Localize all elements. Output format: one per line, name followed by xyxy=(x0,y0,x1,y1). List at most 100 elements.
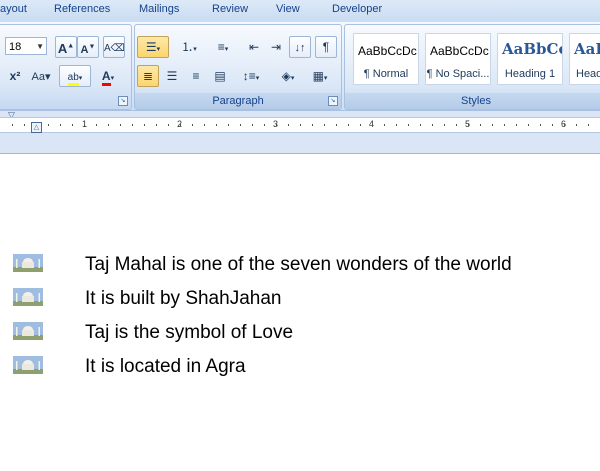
ribbon-tab-bar: ayout References Mailings Review View De… xyxy=(0,0,600,23)
styles-group: AaBbCcDc ¶ Normal AaBbCcDc ¶ No Spaci...… xyxy=(344,24,600,110)
style-normal-sample: AaBbCcDc xyxy=(358,44,417,58)
hanging-indent-marker-icon[interactable]: △ xyxy=(31,122,42,133)
ruler-tick xyxy=(252,124,253,126)
tab-view[interactable]: View xyxy=(276,3,300,15)
paragraph-dialog-launcher-icon[interactable]: ↘ xyxy=(328,96,338,106)
ruler-tick xyxy=(60,124,61,126)
highlighter-icon: ab xyxy=(67,72,79,86)
align-center-button[interactable]: ☰ xyxy=(161,65,183,87)
justify-button[interactable]: ▤ xyxy=(209,65,231,87)
ruler-tick xyxy=(192,124,193,126)
ruler-tick xyxy=(72,124,73,126)
ruler-tick xyxy=(48,124,49,126)
ruler-tick xyxy=(132,124,133,126)
ruler-tick xyxy=(444,124,445,126)
increase-indent-icon: ⇥ xyxy=(270,40,282,54)
ruler-tick xyxy=(228,124,229,126)
tab-references[interactable]: References xyxy=(54,3,110,15)
list-item: Taj Mahal is one of the seven wonders of… xyxy=(85,254,512,275)
font-color-icon: A xyxy=(101,69,111,86)
ruler-tick xyxy=(84,124,85,126)
style-no-spacing-sample: AaBbCcDc xyxy=(430,44,489,58)
ruler-tick xyxy=(108,124,109,126)
ruler-tick xyxy=(516,124,517,126)
bullet-list-icon: ☰ xyxy=(145,40,157,54)
grow-font-button[interactable]: A▲ xyxy=(55,36,77,58)
increase-indent-button[interactable]: ⇥ xyxy=(265,36,287,58)
change-case-button[interactable]: Aa▾ xyxy=(27,65,55,87)
style-heading-1-name: Heading 1 xyxy=(504,68,556,80)
font-dialog-launcher-icon[interactable]: ↘ xyxy=(118,96,128,106)
decrease-indent-button[interactable]: ⇤ xyxy=(243,36,265,58)
taj-mahal-bullet-icon xyxy=(13,356,43,374)
tab-developer[interactable]: Developer xyxy=(332,3,382,15)
ruler-tick xyxy=(492,124,493,126)
ruler-tick xyxy=(372,124,373,126)
borders-icon: ▦ xyxy=(312,69,324,83)
superscript-icon: x² xyxy=(9,69,21,83)
tab-review[interactable]: Review xyxy=(212,3,248,15)
ruler-tick xyxy=(288,124,289,126)
ruler-tick xyxy=(420,124,421,126)
document-page[interactable]: Taj Mahal is one of the seven wonders of… xyxy=(0,154,600,471)
multilevel-list-button[interactable]: ≡▾ xyxy=(207,36,239,58)
show-formatting-button[interactable]: ¶ xyxy=(315,36,337,58)
align-right-button[interactable]: ≡ xyxy=(185,65,207,87)
shading-button[interactable]: ◈▾ xyxy=(273,65,303,87)
horizontal-ruler[interactable]: ▽ 1 2 3 4 5 6 △ xyxy=(0,110,600,137)
ruler-tick xyxy=(24,124,25,126)
style-no-spacing-name: ¶ No Spaci... xyxy=(426,68,490,80)
shrink-font-button[interactable]: A▼ xyxy=(77,36,99,58)
ruler-tick xyxy=(348,124,349,126)
tab-mailings[interactable]: Mailings xyxy=(139,3,179,15)
ruler-tick xyxy=(360,124,361,126)
ruler-tick xyxy=(300,124,301,126)
style-heading-2-name: Head xyxy=(576,68,600,80)
style-normal[interactable]: AaBbCcDc ¶ Normal xyxy=(353,33,419,85)
decrease-indent-icon: ⇤ xyxy=(248,40,260,54)
superscript-button[interactable]: x² xyxy=(5,65,25,87)
line-spacing-button[interactable]: ↕≡▾ xyxy=(235,65,267,87)
ruler-tick xyxy=(504,124,505,126)
tab-page-layout[interactable]: ayout xyxy=(0,3,27,15)
list-item: Taj is the symbol of Love xyxy=(85,322,294,343)
ruler-tick xyxy=(156,124,157,126)
sort-button[interactable]: ↓↑ xyxy=(289,36,311,58)
styles-group-label: Styles xyxy=(345,93,600,109)
align-left-button[interactable]: ≣ xyxy=(137,65,159,87)
style-heading-2[interactable]: AaBbCc Head xyxy=(569,33,600,85)
ruler-tick xyxy=(576,124,577,126)
taj-mahal-bullet-icon xyxy=(13,254,43,272)
ruler-tick xyxy=(168,124,169,126)
justify-icon: ▤ xyxy=(214,69,226,83)
text-highlight-button[interactable]: ab▾ xyxy=(59,65,91,87)
ruler-margin-area xyxy=(0,136,600,154)
change-case-icon: Aa▾ xyxy=(31,71,51,83)
ruler-tick xyxy=(264,124,265,126)
ruler-tick xyxy=(12,124,13,126)
clear-formatting-button[interactable]: A⌫ xyxy=(103,36,125,58)
shrink-font-icon: A▼ xyxy=(80,43,96,56)
font-color-button[interactable]: A▾ xyxy=(93,65,123,87)
numbered-list-icon: ⒈ xyxy=(181,40,194,54)
chevron-down-icon: ▼ xyxy=(36,42,44,51)
pilcrow-icon: ¶ xyxy=(322,40,330,54)
align-center-icon: ☰ xyxy=(166,69,178,83)
bullets-button[interactable]: ☰▾ xyxy=(137,36,169,58)
sort-icon: ↓↑ xyxy=(294,42,306,54)
ruler-tick xyxy=(384,124,385,126)
ruler-tick xyxy=(552,124,553,126)
ruler-tick xyxy=(564,124,565,126)
ruler-tick xyxy=(240,124,241,126)
paragraph-group-label: Paragraph xyxy=(135,93,341,109)
numbering-button[interactable]: ⒈▾ xyxy=(173,36,205,58)
font-size-combo[interactable]: 18 ▼ xyxy=(5,37,47,55)
ruler-tick xyxy=(540,124,541,126)
ruler-tick xyxy=(312,124,313,126)
style-heading-1[interactable]: AaBbCc Heading 1 xyxy=(497,33,563,85)
style-no-spacing[interactable]: AaBbCcDc ¶ No Spaci... xyxy=(425,33,491,85)
style-heading-2-sample: AaBbCc xyxy=(574,40,600,58)
borders-button[interactable]: ▦▾ xyxy=(305,65,335,87)
ruler-tick xyxy=(324,124,325,126)
ruler-tick xyxy=(396,124,397,126)
